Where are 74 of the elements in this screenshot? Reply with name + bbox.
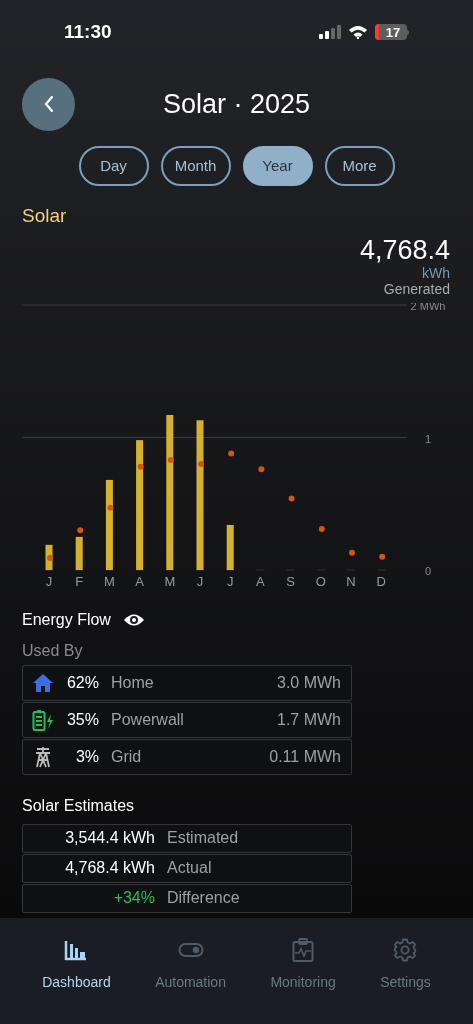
axis-tick-label: 0: [424, 564, 432, 577]
section-title: Solar: [22, 204, 68, 228]
toggle-icon: [177, 942, 204, 958]
estimate-point: [349, 549, 355, 556]
battery-charging-icon: [32, 708, 54, 731]
estimate-point: [47, 554, 53, 561]
back-button[interactable]: [22, 77, 75, 131]
usage-percent: 62%: [65, 672, 99, 693]
bar-chart-icon: [64, 939, 89, 961]
estimate-point: [198, 460, 204, 467]
estimate-point: [258, 465, 265, 472]
usage-label: Grid: [111, 746, 143, 767]
axis-month-label: J: [45, 573, 53, 589]
usage-value: 3.0 MWh: [277, 672, 342, 693]
axis-month-label: M: [104, 573, 115, 589]
section-subtitle: Used By: [22, 640, 84, 661]
axis-month-label: D: [376, 573, 386, 589]
estimate-point: [167, 456, 174, 463]
axis-month-label: F: [75, 573, 84, 589]
bar: [226, 524, 234, 570]
period-tab[interactable]: Month: [160, 146, 231, 186]
eye-icon[interactable]: [122, 612, 145, 627]
estimate-point: [318, 525, 325, 532]
period-tab[interactable]: More: [324, 146, 395, 186]
estimate-value: +34%: [112, 888, 155, 908]
wifi-icon: [348, 25, 368, 39]
total-value: 4,768.4: [359, 234, 450, 265]
estimate-label: Estimated: [167, 828, 239, 848]
usage-label: Home: [111, 672, 155, 693]
estimate-value: 4,768.4 kWh: [64, 858, 155, 878]
axis-month-label: A: [135, 573, 144, 589]
chevron-left-icon: [42, 95, 55, 113]
estimate-point: [288, 494, 295, 501]
estimate-point: [77, 526, 84, 533]
estimate-point: [379, 553, 386, 560]
estimate-label: Difference: [167, 888, 240, 908]
axis-month-label: O: [315, 573, 326, 589]
house-icon: [32, 672, 54, 693]
estimate-point: [228, 449, 235, 456]
bar: [75, 536, 83, 570]
estimate-point: [107, 504, 114, 511]
axis-tick-label: 2 MWh: [410, 302, 446, 312]
section-title: Energy Flow: [22, 609, 111, 630]
axis-month-label: N: [346, 573, 356, 589]
page-title: Solar · 2025: [162, 87, 311, 121]
caption-text: Generated: [383, 280, 450, 297]
usage-label: Powerwall: [111, 709, 185, 730]
period-tab[interactable]: Year: [242, 146, 313, 186]
usage-value: 1.7 MWh: [277, 709, 342, 730]
usage-percent: 35%: [65, 709, 99, 730]
period-tab[interactable]: Day: [78, 146, 149, 186]
battery-level: 17: [384, 25, 402, 39]
axis-month-label: A: [256, 573, 265, 589]
nav-tab[interactable]: Dashboard: [40, 938, 113, 1000]
section-title: Solar Estimates: [22, 795, 136, 816]
axis-month-label: J: [196, 573, 204, 589]
power-tower-icon: [34, 745, 52, 768]
nav-tab[interactable]: Settings: [378, 938, 433, 1000]
axis-tick-label: 1: [424, 432, 432, 444]
unit-label: kWh: [422, 264, 450, 281]
estimate-point: [137, 463, 144, 470]
nav-tab[interactable]: Automation: [153, 938, 228, 1000]
estimate-label: Actual: [167, 858, 212, 878]
axis-month-label: M: [164, 573, 176, 589]
axis-month-label: J: [226, 573, 234, 589]
nav-tab[interactable]: Monitoring: [268, 938, 338, 1000]
status-time: 11:30: [64, 19, 112, 44]
usage-percent: 3%: [74, 746, 99, 767]
axis-month-label: S: [286, 573, 295, 589]
usage-value: 0.11 MWh: [269, 746, 342, 767]
signal-icon: [319, 25, 341, 39]
clipboard-pulse-icon: [292, 938, 315, 962]
estimate-value: 3,544.4 kWh: [64, 828, 155, 848]
settings-icon: [393, 938, 418, 962]
